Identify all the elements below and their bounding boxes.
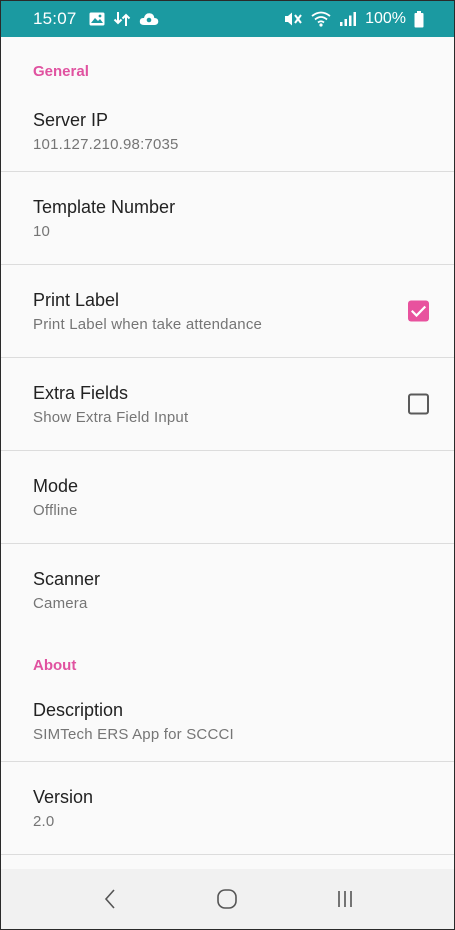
settings-list: General Server IP 101.127.210.98:7035 Te…: [1, 37, 454, 869]
status-bar-left: 15:07: [33, 9, 159, 29]
status-time: 15:07: [33, 9, 77, 28]
battery-icon: [414, 10, 424, 28]
status-bar-right: 100%: [283, 10, 424, 28]
pref-mode[interactable]: Mode Offline: [1, 451, 454, 544]
pref-title: Version: [33, 786, 94, 807]
pref-summary: Print Label when take attendance: [33, 315, 263, 333]
back-button[interactable]: [80, 874, 140, 924]
cloud-icon: [139, 12, 159, 26]
pref-version[interactable]: Version 2.0: [1, 762, 454, 855]
pref-summary: Camera: [33, 595, 88, 612]
home-button[interactable]: [197, 874, 257, 924]
pref-summary: Show Extra Field Input: [33, 408, 189, 426]
battery-percentage: 100%: [365, 10, 406, 27]
wifi-icon: [311, 11, 331, 27]
pref-title: Mode: [33, 475, 79, 496]
pref-summary: 10: [33, 222, 51, 240]
pref-description[interactable]: Description SIMTech ERS App for SCCCI: [1, 689, 454, 762]
app-screen: 15:07 100% General Server IP 101.127.210…: [0, 0, 455, 930]
pref-extra-fields[interactable]: Extra Fields Show Extra Field Input: [1, 358, 454, 451]
pref-title: Template Number: [33, 196, 176, 217]
pref-server-ip[interactable]: Server IP 101.127.210.98:7035: [1, 99, 454, 172]
pref-title: Extra Fields: [33, 382, 129, 403]
mute-icon: [283, 11, 303, 27]
pref-title: Description: [33, 699, 124, 720]
extra-fields-checkbox[interactable]: [408, 393, 429, 415]
home-icon: [217, 889, 238, 909]
status-bar: 15:07 100%: [1, 1, 454, 37]
pref-title: Print Label: [33, 289, 120, 310]
pref-summary: Offline: [33, 501, 78, 519]
category-about-header: About: [33, 656, 77, 674]
recents-icon: [338, 891, 352, 907]
pref-title: Server IP: [33, 109, 109, 130]
pref-title: Scanner: [33, 569, 101, 589]
print-label-checkbox[interactable]: [408, 300, 429, 322]
navigation-bar: [1, 869, 454, 929]
pref-summary: 101.127.210.98:7035: [33, 135, 179, 153]
gallery-icon: [89, 12, 105, 26]
pref-scanner[interactable]: Scanner Camera: [1, 544, 454, 637]
signal-icon: [339, 11, 357, 27]
data-sync-icon: [113, 11, 131, 27]
pref-summary: 2.0: [33, 812, 55, 830]
pref-print-label[interactable]: Print Label Print Label when take attend…: [1, 265, 454, 358]
pref-summary: SIMTech ERS App for SCCCI: [33, 725, 234, 743]
checkmark-icon: [411, 305, 426, 317]
pref-template-number[interactable]: Template Number 10: [1, 172, 454, 265]
recents-button[interactable]: [315, 874, 375, 924]
category-general-header: General: [33, 62, 89, 80]
back-icon: [104, 889, 115, 909]
